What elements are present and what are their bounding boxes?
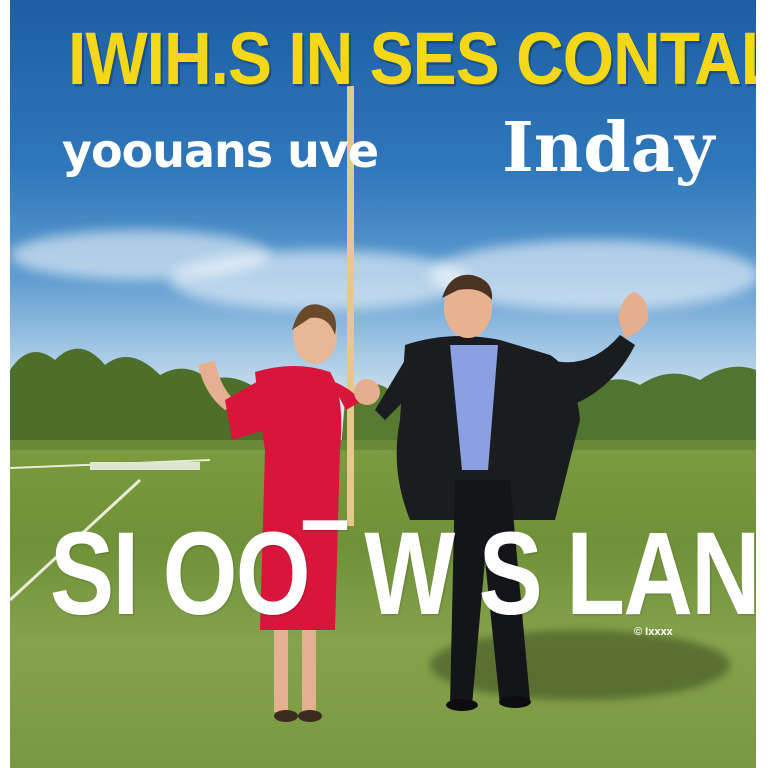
poster: IWIH.S IN SES CONTALHE yoouans uve Inday… — [10, 0, 756, 768]
subtitle-left: yoouans uve — [62, 124, 379, 178]
man — [354, 274, 649, 711]
overlay-text: SI OO‾ W S LANIIE — [50, 508, 756, 640]
headline: IWIH.S IN SES CONTALHE — [68, 16, 756, 100]
credit: © Ixxxx — [634, 626, 673, 638]
subtitle-right: Inday — [502, 108, 715, 188]
